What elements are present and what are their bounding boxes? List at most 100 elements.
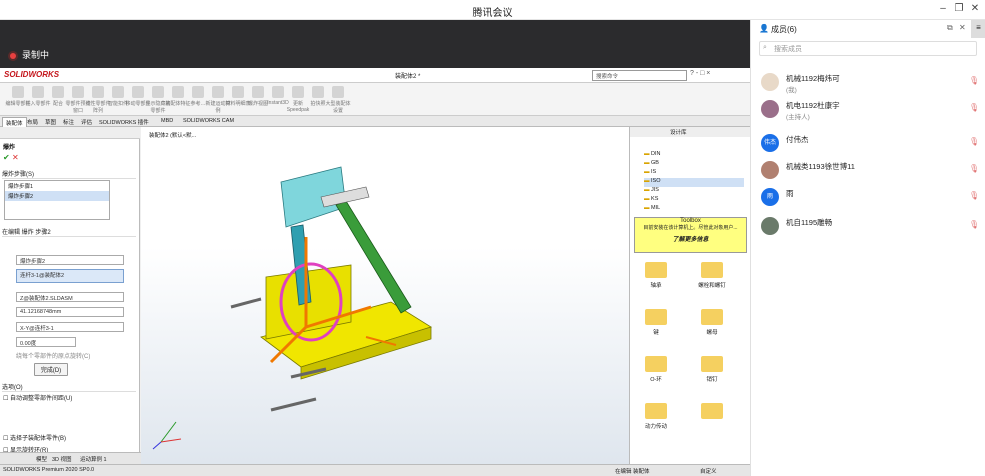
mic-muted-icon[interactable]: 🎙 (969, 137, 979, 149)
search-icon: ⌕ (763, 44, 767, 51)
library-item[interactable]: 螺栓和螺钉 (698, 262, 726, 289)
status-bar: SOLIDWORKS Premium 2020 SP0.0 在编辑 装配体 自定… (0, 464, 750, 476)
member-row[interactable]: 机自1195雕畅 🎙 (751, 217, 985, 245)
sub-assembly-checkbox[interactable]: ☐ 选择子装配体零件(B) (3, 433, 66, 442)
recording-indicator[interactable]: 录制中 (10, 48, 49, 61)
record-dot-icon (10, 52, 16, 59)
learn-more-link[interactable]: 了解更多信息 (635, 234, 746, 243)
done-button[interactable]: 完成(D) (34, 363, 68, 376)
mic-muted-icon[interactable]: 🎙 (969, 220, 979, 232)
members-header: 👤 成员(6) ⧉ ✕ ≡ (751, 20, 985, 38)
folder-icon: ▬ (644, 151, 650, 157)
member-row[interactable]: 伟杰 付伟杰 🎙 (751, 134, 985, 162)
bottom-tab-0[interactable]: 模型 (36, 455, 47, 463)
library-item[interactable]: 螺母 (698, 309, 726, 336)
member-row[interactable]: 机械类1193徐世博11 🎙 (751, 161, 985, 189)
design-library-panel: 设计库 ▬ DIN ▬ GB ▬ IS ▬ ISO ▬ JIS ▬ KS ▬ MIL Too… (629, 127, 750, 464)
close-panel-icon[interactable]: ✕ (959, 23, 966, 32)
triad-z-icon (152, 441, 162, 450)
bottom-tab-2[interactable]: 运动算例 1 (80, 455, 107, 463)
library-folder[interactable]: ▬ GB (644, 160, 744, 169)
library-folder[interactable]: ▬ ISO (644, 178, 744, 187)
members-icon: 👤 (759, 24, 769, 33)
folder-icon: ▬ (644, 160, 650, 166)
graphics-viewport[interactable]: 装配体2 (默认<默... (141, 127, 629, 464)
ribbon-icon (252, 86, 264, 98)
sw-window-controls[interactable]: ? - □ × (690, 70, 710, 77)
status-mode: 在编辑 装配体 (615, 469, 650, 475)
solidworks-logo: SOLIDWORKS (4, 70, 60, 79)
tab-6[interactable]: MBD (158, 117, 176, 125)
member-row[interactable]: 机电1192杜康宇 (主持人) 🎙 (751, 100, 985, 128)
sw-search-input[interactable]: 搜索命令 (592, 70, 687, 81)
mic-muted-icon[interactable]: 🎙 (969, 164, 979, 176)
avatar (761, 73, 779, 91)
step-name-field[interactable]: 爆炸步骤2 (16, 255, 124, 265)
members-count: 成员(6) (771, 25, 797, 34)
angle-field[interactable]: 0.00度 (16, 337, 76, 347)
library-folder[interactable]: ▬ DIN (644, 151, 744, 160)
member-search-input[interactable]: 搜索成员 (759, 41, 977, 56)
status-version: SOLIDWORKS Premium 2020 SP0.0 (3, 467, 95, 473)
library-folder[interactable]: ▬ KS (644, 196, 744, 205)
library-item[interactable]: 动力传动 (642, 403, 670, 430)
direction-field[interactable]: Z@装配体2.SLDASM (16, 292, 124, 302)
popout-icon[interactable]: ⧉ (947, 23, 953, 33)
mic-muted-icon[interactable]: 🎙 (969, 103, 979, 115)
edit-step-title[interactable]: 在编辑 爆炸 步骤2 (2, 227, 136, 237)
ribbon-icon (132, 86, 144, 98)
tab-5[interactable]: SOLIDWORKS 插件 (96, 117, 152, 127)
minimize-icon[interactable]: – (936, 3, 950, 14)
library-item[interactable]: 销钉 (698, 356, 726, 383)
step-item-2[interactable]: 爆炸步骤2 (5, 191, 109, 201)
member-name: 机电1192杜康宇 (786, 101, 840, 110)
library-folder[interactable]: ▬ JIS (644, 187, 744, 196)
sw-command-tabs: 装配体 布局 草图 标注 评估 SOLIDWORKS 插件 MBD SOLIDWORKS CA… (0, 116, 750, 128)
folder-icon: ▬ (644, 205, 650, 211)
member-row[interactable]: 雨雨 🎙 (751, 188, 985, 216)
bolt-1[interactable] (230, 297, 262, 309)
close-icon[interactable]: ✕ (968, 3, 982, 14)
library-item[interactable]: O-环 (642, 356, 670, 383)
cancel-icon: ✕ (11, 153, 19, 162)
tab-4[interactable]: 评估 (78, 117, 95, 127)
triad-y-icon (160, 421, 177, 443)
folder-icon (701, 309, 723, 325)
library-item[interactable] (698, 403, 726, 422)
mic-muted-icon[interactable]: 🎙 (969, 76, 979, 88)
tab-7[interactable]: SOLIDWORKS CAM (180, 117, 237, 125)
assembly-model[interactable] (141, 127, 629, 464)
tab-3[interactable]: 标注 (60, 117, 77, 127)
distance-field[interactable]: 41.12168748mm (16, 307, 124, 317)
auto-space-checkbox[interactable]: ☐ 自动调整零部件间距(U) (3, 393, 72, 402)
options-section-title[interactable]: 选项(O) (2, 382, 136, 392)
mic-muted-icon[interactable]: 🎙 (969, 191, 979, 203)
status-custom[interactable]: 自定义 (700, 467, 717, 475)
step-item-1[interactable]: 爆炸步骤1 (5, 181, 109, 191)
library-item[interactable]: 轴承 (642, 262, 670, 289)
triad-x-icon (160, 438, 182, 443)
members-panel: 👤 成员(6) ⧉ ✕ ≡ 搜索成员 ⌕ 机械1192梅炜可 (我) 🎙 机电1192… (750, 20, 985, 476)
menu-icon[interactable]: ≡ (971, 20, 985, 38)
tab-2[interactable]: 草图 (42, 117, 59, 127)
bottom-tab-1[interactable]: 3D 视图 (52, 455, 72, 463)
window-title: 腾讯会议 (472, 8, 513, 19)
library-folder[interactable]: ▬ MIL (644, 205, 744, 214)
component-field[interactable]: 连杆3-1@装配体2 (16, 269, 124, 283)
confirm-icon[interactable]: ✔ ✕ (3, 153, 19, 162)
library-item[interactable]: 键 (642, 309, 670, 336)
tab-1[interactable]: 布局 (24, 117, 41, 127)
bolt-3[interactable] (270, 397, 317, 412)
window-titlebar: 腾讯会议 – ❐ ✕ (0, 0, 985, 20)
ribbon-icon (312, 86, 324, 98)
member-name: 机械类1193徐世博11 (786, 162, 855, 171)
maximize-icon[interactable]: ❐ (952, 3, 966, 14)
steps-section-title[interactable]: 爆炸步骤(S) (2, 169, 136, 179)
ribbon-item[interactable]: 大型装配体设置 (324, 86, 352, 114)
manager-tabs[interactable] (0, 127, 140, 139)
folder-icon (701, 262, 723, 278)
member-row[interactable]: 机械1192梅炜可 (我) 🎙 (751, 73, 985, 101)
rotation-axis-field[interactable]: X-Y@连杆3-1 (16, 322, 124, 332)
library-folder[interactable]: ▬ IS (644, 169, 744, 178)
rotate-option[interactable]: 绕每个零部件的原点旋转(C) (16, 351, 90, 360)
